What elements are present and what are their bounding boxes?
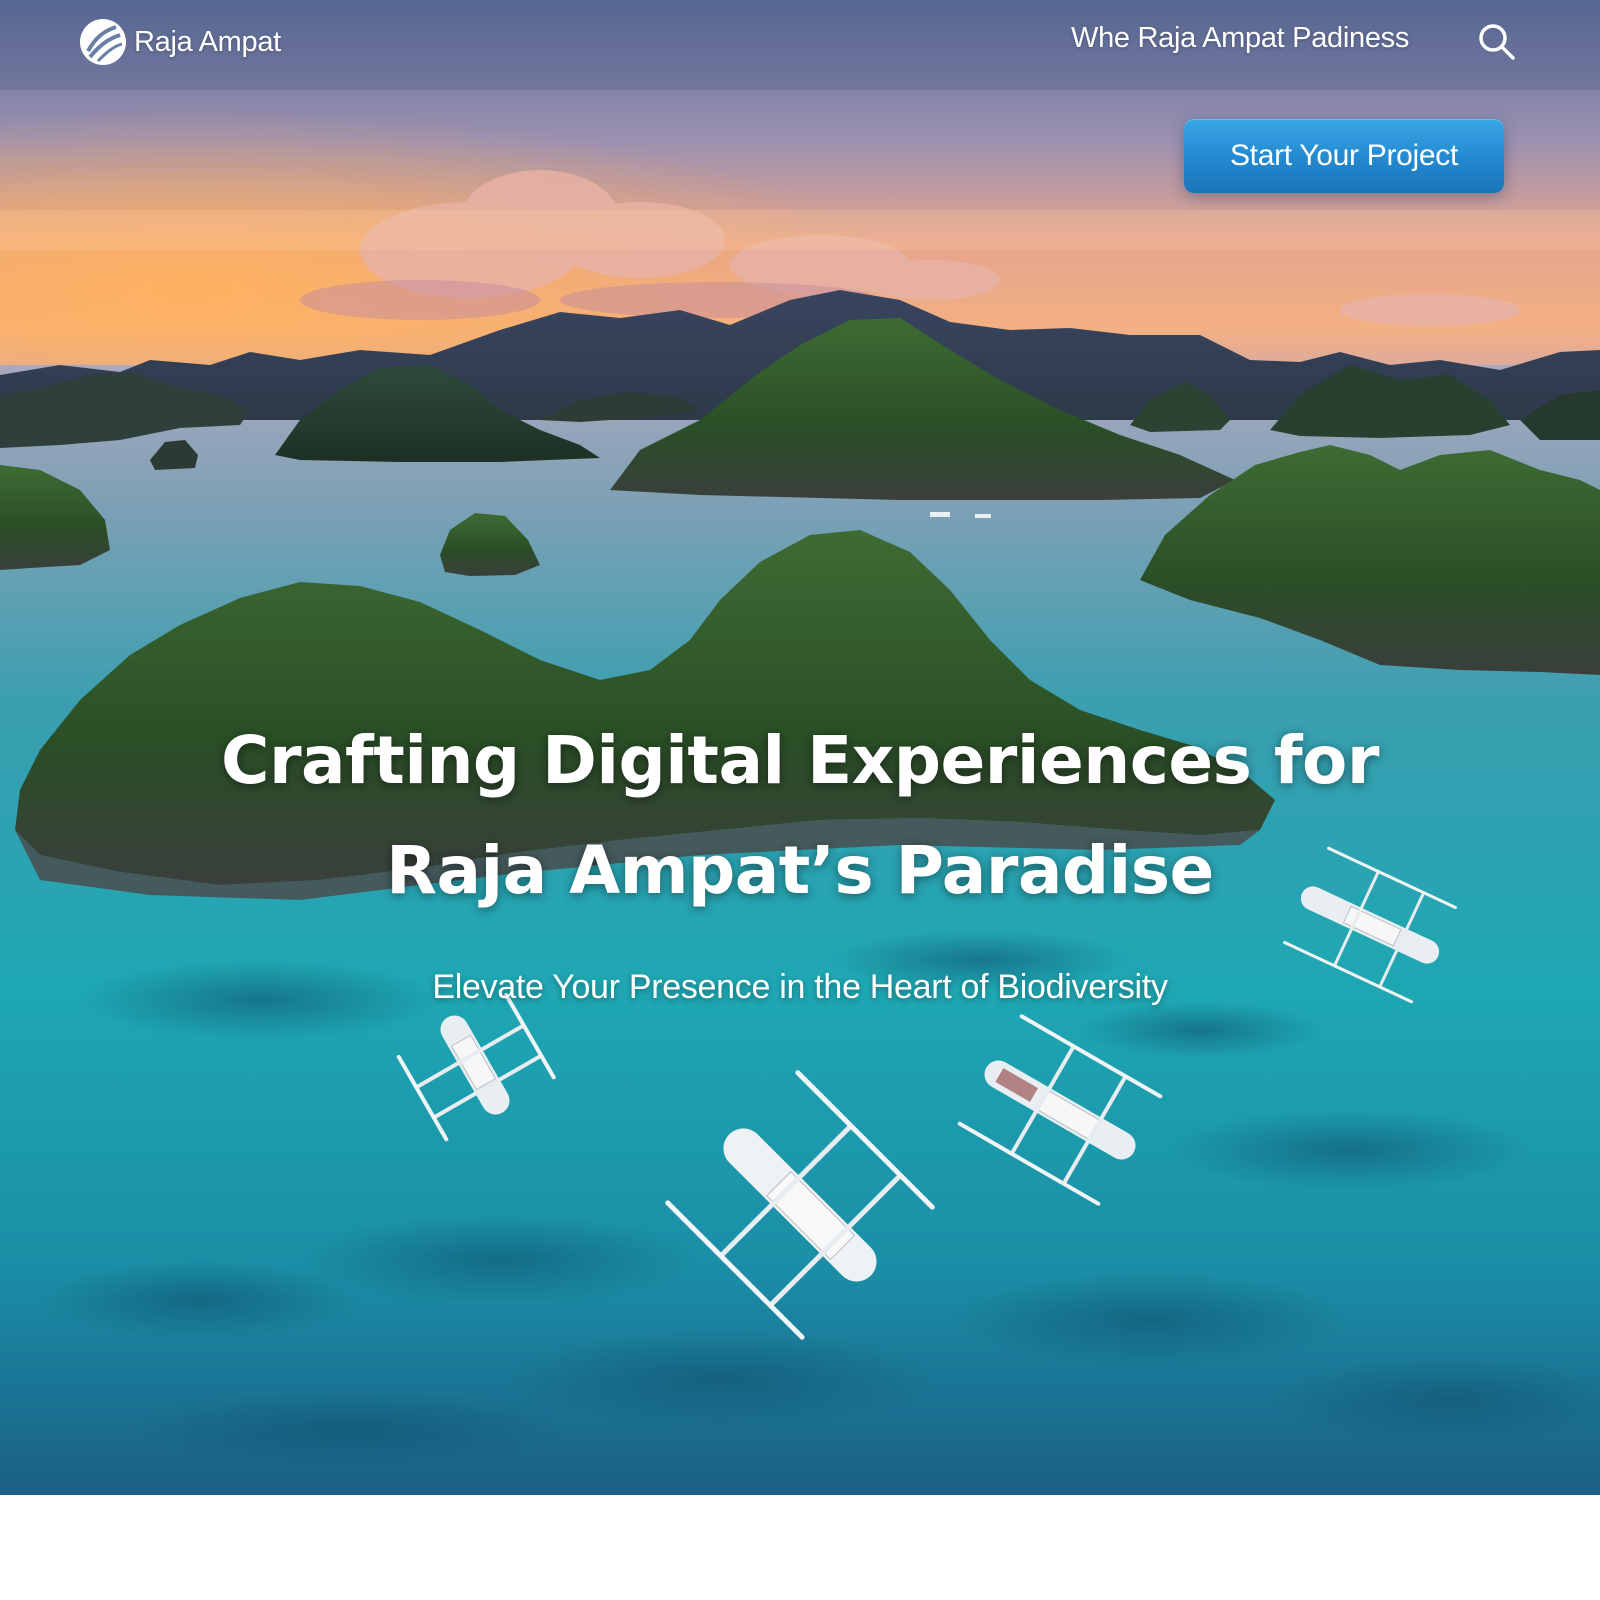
hero-title-line-1: Crafting Digital Experiences for [221, 722, 1379, 799]
below-hero-area [0, 1495, 1600, 1600]
hero-title-line-2: Raja Ampat’s Paradise [386, 832, 1214, 909]
search-icon [1479, 24, 1515, 60]
start-project-button[interactable]: Start Your Project [1184, 119, 1504, 193]
search-button[interactable] [1475, 20, 1519, 64]
brand-logo-link[interactable]: Raja Ampat [78, 16, 281, 68]
logo-icon [80, 19, 126, 65]
hero-section: Raja Ampat Whe Raja Ampat Padiness Start… [0, 0, 1600, 1495]
hero-subtitle: Elevate Your Presence in the Heart of Bi… [432, 968, 1168, 1006]
brand-name: Raja Ampat [134, 25, 281, 58]
hero-title: Crafting Digital Experiences for Raja Am… [150, 706, 1450, 926]
nav-link[interactable]: Whe Raja Ampat Padiness [1071, 22, 1409, 55]
landing-page: Raja Ampat Whe Raja Ampat Padiness Start… [0, 0, 1600, 1600]
